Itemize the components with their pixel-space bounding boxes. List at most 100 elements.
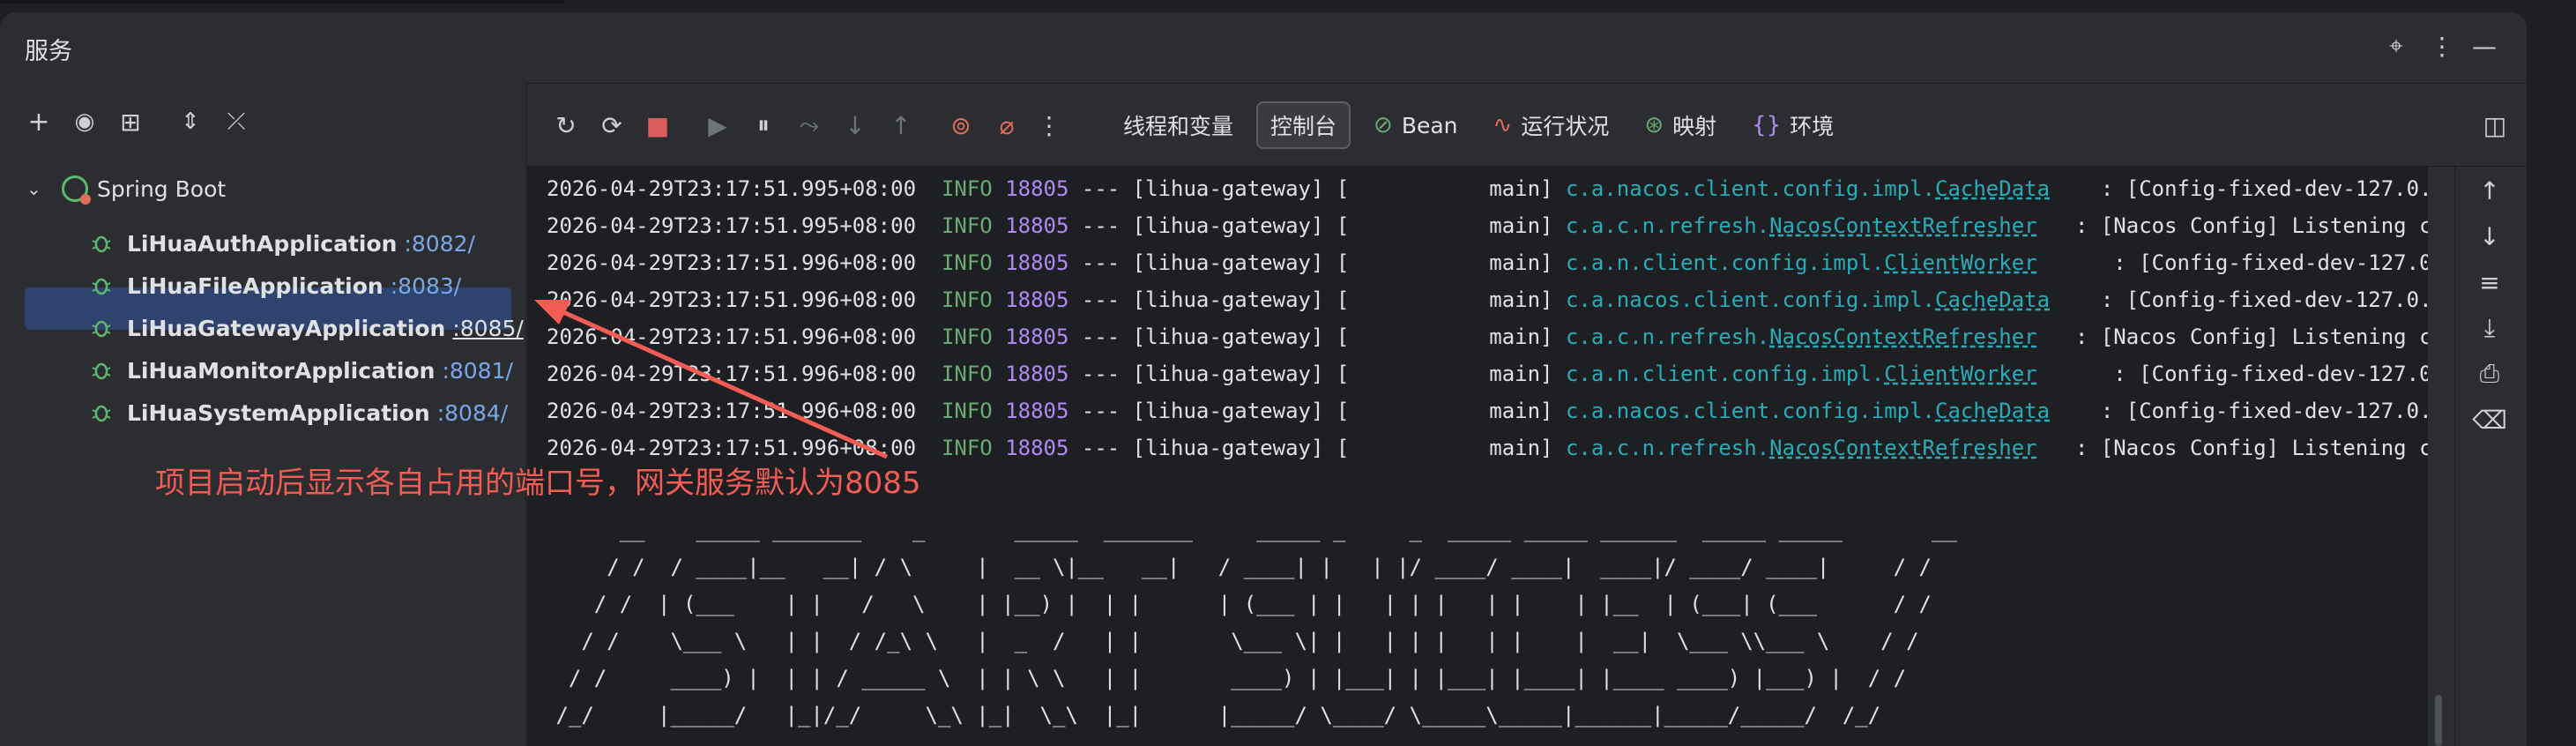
tab-icon: {} bbox=[1752, 112, 1782, 138]
logger-class[interactable]: CacheData bbox=[1935, 176, 2050, 201]
step-out-icon[interactable]: ↑ bbox=[883, 108, 919, 143]
log-message: : [Config-fixed-dev-127.0.0. bbox=[2050, 399, 2428, 423]
app-name: LiHuaSystemApplication bbox=[127, 399, 430, 426]
log-line: 2026-04-29T23:17:51.996+08:00 INFO 18805… bbox=[547, 250, 2428, 286]
logger-class[interactable]: CacheData bbox=[1935, 287, 2050, 312]
log-logger[interactable]: c.a.n.client.config.impl.ClientWorker bbox=[1566, 250, 2037, 275]
log-logger[interactable]: c.a.nacos.client.config.impl.CacheData bbox=[1566, 399, 2050, 423]
scrollbar-thumb[interactable] bbox=[2435, 695, 2442, 746]
expand-all-icon[interactable]: ⇕ bbox=[173, 104, 208, 139]
step-over-icon[interactable]: ⤳ bbox=[792, 108, 827, 143]
tree-item-app[interactable]: LiHuaFileApplication:8083/ bbox=[88, 266, 461, 305]
log-logger[interactable]: c.a.c.n.refresh.NacosContextRefresher bbox=[1566, 325, 2037, 349]
console-tab[interactable]: 线程和变量 bbox=[1111, 101, 1246, 149]
log-timestamp: 2026-04-29T23:17:51.995+08:00 bbox=[547, 176, 917, 201]
soft-wrap-icon[interactable]: ≡ bbox=[2472, 265, 2507, 300]
more-actions-icon[interactable]: ⋮ bbox=[1031, 108, 1067, 143]
bug-icon bbox=[88, 357, 115, 384]
tab-label: 环境 bbox=[1790, 114, 1835, 139]
add-icon[interactable]: + bbox=[21, 104, 56, 139]
logger-class[interactable]: NacosContextRefresher bbox=[1769, 325, 2036, 349]
log-logger[interactable]: c.a.nacos.client.config.impl.CacheData bbox=[1566, 176, 2050, 201]
step-into-icon[interactable]: ↓ bbox=[838, 108, 873, 143]
scroll-up-icon[interactable]: ↑ bbox=[2472, 173, 2507, 208]
log-timestamp: 2026-04-29T23:17:51.996+08:00 bbox=[547, 362, 917, 386]
log-pid: 18805 bbox=[1005, 250, 1069, 275]
app-port-link[interactable]: :8081/ bbox=[442, 358, 512, 384]
collapse-all-icon[interactable]: ⤫ bbox=[219, 104, 254, 139]
tab-icon: ⊛ bbox=[1644, 112, 1664, 138]
ascii-banner: __ _____ _______ _ _____ _______ _____ _… bbox=[555, 518, 1957, 727]
log-pid: 18805 bbox=[1005, 399, 1069, 423]
logger-class[interactable]: CacheData bbox=[1935, 399, 2050, 423]
tree-item-app[interactable]: LiHuaGatewayApplication:8085/ bbox=[88, 309, 524, 347]
stop-icon[interactable]: ■ bbox=[640, 108, 675, 143]
log-level: INFO bbox=[941, 287, 993, 312]
tree-item-app[interactable]: LiHuaMonitorApplication:8081/ bbox=[88, 351, 513, 390]
app-port-link[interactable]: :8083/ bbox=[391, 273, 461, 299]
console-tab[interactable]: {} 环境 bbox=[1739, 101, 1846, 149]
panel-header: 服务 ⌖ ⋮ — bbox=[0, 12, 2527, 84]
app-port-link[interactable]: :8082/ bbox=[404, 231, 474, 257]
log-logger[interactable]: c.a.c.n.refresh.NacosContextRefresher bbox=[1566, 436, 2037, 460]
outer-background bbox=[2527, 0, 2576, 746]
tree-root-spring-boot[interactable]: ⌄ Spring Boot bbox=[26, 169, 552, 208]
console-output[interactable]: 2026-04-29T23:17:51.995+08:00 INFO 18805… bbox=[527, 166, 2428, 746]
logger-class[interactable]: ClientWorker bbox=[1884, 250, 2036, 275]
logger-package: c.a.c.n.refresh. bbox=[1565, 436, 1770, 460]
log-pid: 18805 bbox=[1005, 325, 1069, 349]
trash-icon[interactable]: ⌫ bbox=[2472, 402, 2507, 437]
console-tab[interactable]: 控制台 bbox=[1256, 101, 1351, 149]
log-line: 2026-04-29T23:17:51.995+08:00 INFO 18805… bbox=[547, 213, 2428, 249]
pause-icon[interactable]: ⏸ bbox=[746, 108, 781, 143]
resume-icon[interactable]: ▶ bbox=[700, 108, 735, 143]
minimize-icon[interactable]: — bbox=[2468, 30, 2500, 62]
logger-class[interactable]: ClientWorker bbox=[1884, 362, 2036, 386]
spring-boot-icon bbox=[62, 175, 91, 205]
log-timestamp: 2026-04-29T23:17:51.996+08:00 bbox=[547, 287, 917, 312]
app-port-link[interactable]: :8085/ bbox=[452, 316, 523, 341]
bug-icon bbox=[88, 315, 115, 341]
layout-settings-icon[interactable]: ◫ bbox=[2477, 108, 2513, 143]
log-timestamp: 2026-04-29T23:17:51.996+08:00 bbox=[547, 325, 917, 349]
log-line: 2026-04-29T23:17:51.996+08:00 INFO 18805… bbox=[547, 399, 2428, 434]
tree-item-app[interactable]: LiHuaSystemApplication :8084/ bbox=[88, 393, 508, 432]
new-tab-icon[interactable]: ⊞ bbox=[113, 104, 148, 139]
app-port-link[interactable]: :8084/ bbox=[437, 400, 508, 426]
view-breakpoints-icon[interactable]: ⊚ bbox=[943, 108, 979, 143]
log-line: 2026-04-29T23:17:51.995+08:00 INFO 18805… bbox=[547, 176, 2428, 212]
log-logger[interactable]: c.a.nacos.client.config.impl.CacheData bbox=[1566, 287, 2050, 312]
log-message: : [Config-fixed-dev-127.0.0. bbox=[2036, 362, 2428, 386]
log-message: : [Nacos Config] Listening c bbox=[2036, 436, 2428, 460]
tab-label: 线程和变量 bbox=[1123, 114, 1234, 139]
rerun-icon[interactable]: ↻ bbox=[548, 108, 584, 143]
crosshair-icon[interactable]: ⌖ bbox=[2380, 30, 2412, 62]
eye-icon[interactable]: ◉ bbox=[67, 104, 102, 139]
console-tab[interactable]: ⊛ 映射 bbox=[1632, 101, 1729, 149]
mute-breakpoints-icon[interactable]: ⌀ bbox=[989, 108, 1024, 143]
more-vertical-icon[interactable]: ⋮ bbox=[2426, 30, 2458, 62]
tab-label: 运行状况 bbox=[1521, 114, 1610, 139]
logger-package: c.a.n.client.config.impl. bbox=[1565, 250, 1885, 275]
log-line: 2026-04-29T23:17:51.996+08:00 INFO 18805… bbox=[547, 325, 2428, 360]
console-scrollbar[interactable] bbox=[2435, 166, 2442, 746]
print-icon[interactable]: ⎙ bbox=[2472, 356, 2507, 392]
scroll-to-end-icon[interactable]: ⤓ bbox=[2472, 310, 2507, 346]
services-panel: 服务 ⌖ ⋮ — + ◉ ⊞ ⇕ ⤫ ⌄ Spring Boot LiHuaAu… bbox=[0, 12, 2527, 746]
tree-item-app[interactable]: LiHuaAuthApplication:8082/ bbox=[88, 224, 475, 263]
chevron-down-icon[interactable]: ⌄ bbox=[26, 178, 49, 199]
services-tree-pane: + ◉ ⊞ ⇕ ⤫ ⌄ Spring Boot LiHuaAuthApplica… bbox=[0, 83, 526, 746]
logger-package: c.a.c.n.refresh. bbox=[1565, 325, 1770, 349]
console-tab[interactable]: ⊘ Bean bbox=[1361, 101, 1470, 149]
log-logger[interactable]: c.a.c.n.refresh.NacosContextRefresher bbox=[1566, 213, 2037, 238]
log-logger[interactable]: c.a.n.client.config.impl.ClientWorker bbox=[1566, 362, 2037, 386]
logger-package: c.a.c.n.refresh. bbox=[1565, 213, 1770, 238]
log-thread: --- [lihua-gateway] [ main] bbox=[1068, 176, 1566, 201]
panel-title: 服务 bbox=[25, 38, 72, 65]
log-level: INFO bbox=[941, 250, 993, 275]
rerun-failed-icon[interactable]: ⟳ bbox=[594, 108, 629, 143]
scroll-down-icon[interactable]: ↓ bbox=[2472, 219, 2507, 254]
console-tab[interactable]: ∿ 运行状况 bbox=[1481, 101, 1622, 149]
logger-class[interactable]: NacosContextRefresher bbox=[1769, 213, 2036, 238]
logger-class[interactable]: NacosContextRefresher bbox=[1769, 436, 2036, 460]
